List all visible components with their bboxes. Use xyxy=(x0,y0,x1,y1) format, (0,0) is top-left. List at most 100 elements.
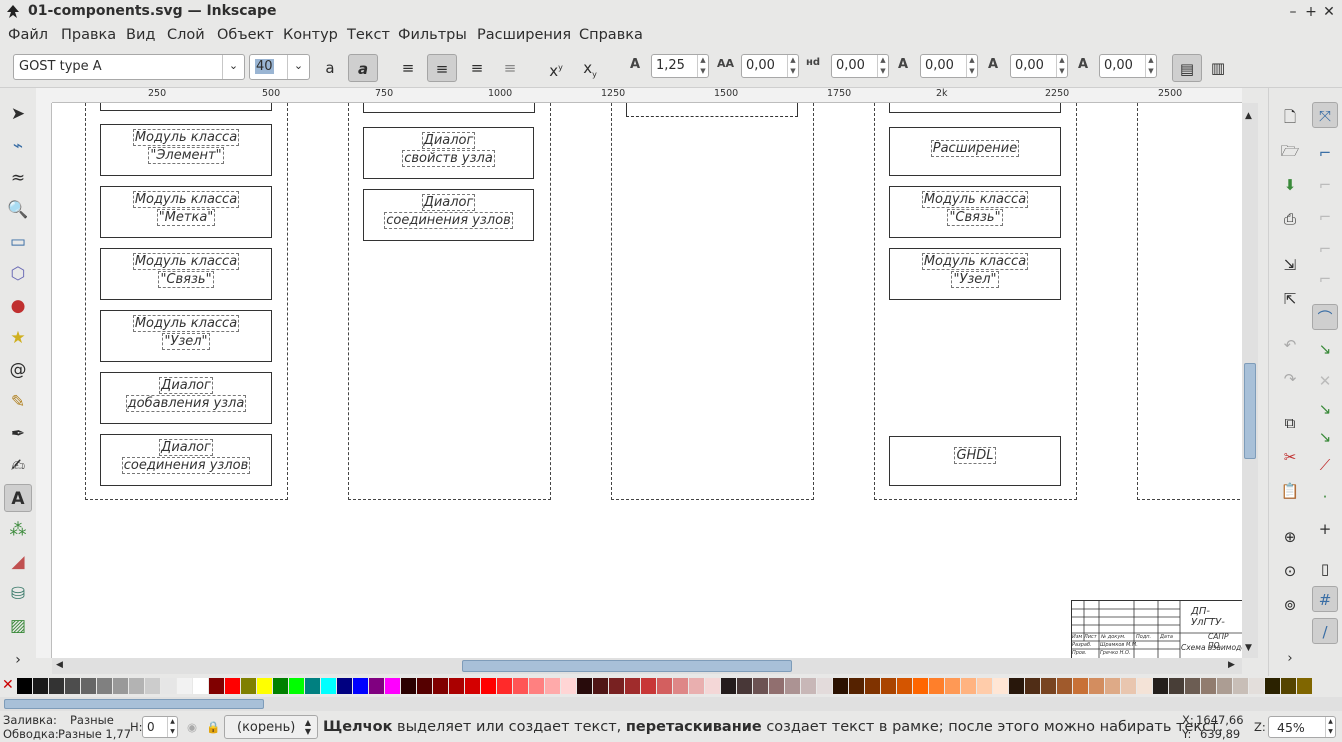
color-swatch[interactable] xyxy=(1201,678,1216,694)
color-swatch[interactable] xyxy=(1297,678,1312,694)
color-swatch[interactable] xyxy=(1121,678,1136,694)
font-style-normal-icon[interactable]: a xyxy=(315,54,345,82)
color-swatch[interactable] xyxy=(929,678,944,694)
color-swatch[interactable] xyxy=(1025,678,1040,694)
zoom-page-icon[interactable]: ⊚ xyxy=(1277,592,1303,618)
color-swatch[interactable] xyxy=(1073,678,1088,694)
color-swatch[interactable] xyxy=(81,678,96,694)
more-tools-chevron-icon[interactable]: › xyxy=(4,646,32,674)
color-swatch[interactable] xyxy=(177,678,192,694)
color-swatch[interactable] xyxy=(1057,678,1072,694)
menu-path[interactable]: Контур xyxy=(283,27,338,43)
color-swatch[interactable] xyxy=(49,678,64,694)
snap-page-border-icon[interactable]: ▯ xyxy=(1312,556,1338,582)
font-size-combo[interactable]: 40 ⌄ xyxy=(249,54,310,80)
color-swatch[interactable] xyxy=(209,678,224,694)
snap-midpoint-icon[interactable]: ⟋ xyxy=(1312,452,1338,478)
color-swatch[interactable] xyxy=(1009,678,1024,694)
color-swatch[interactable] xyxy=(545,678,560,694)
maximize-icon[interactable]: + xyxy=(1301,2,1321,22)
cut-icon[interactable]: ✂ xyxy=(1277,444,1303,470)
star-tool-icon[interactable]: ★ xyxy=(4,324,32,352)
node-tool-icon[interactable]: ⌁ xyxy=(4,132,32,160)
color-swatch[interactable] xyxy=(977,678,992,694)
component-box[interactable]: Модуль класса "Узел" xyxy=(100,310,272,362)
color-swatch[interactable] xyxy=(161,678,176,694)
menu-object[interactable]: Объект xyxy=(217,27,274,43)
drawing-title-block[interactable]: ДП-УлГТУ- САПР ПО Схема взаимодейс Изм Л… xyxy=(1071,600,1242,658)
pencil-tool-icon[interactable]: ✎ xyxy=(4,388,32,416)
minimize-icon[interactable]: – xyxy=(1283,2,1303,22)
color-swatch[interactable] xyxy=(1105,678,1120,694)
color-swatch[interactable] xyxy=(561,678,576,694)
color-palette[interactable]: ✕ xyxy=(0,676,1342,696)
lock-layer-icon[interactable]: 🔒 xyxy=(206,720,220,734)
drawing-canvas[interactable]: Модуль класса "Элемент" Модуль класса "М… xyxy=(52,103,1242,658)
color-swatch[interactable] xyxy=(241,678,256,694)
hide-layer-icon[interactable]: ◉ xyxy=(187,720,197,734)
color-swatch[interactable] xyxy=(769,678,784,694)
color-swatch[interactable] xyxy=(449,678,464,694)
component-box[interactable]: Модуль класса "Связь" xyxy=(100,248,272,300)
component-box[interactable]: Диалог свойств узла xyxy=(363,127,534,179)
vertical-text-icon[interactable]: ▥ xyxy=(1203,54,1233,82)
snap-toggle-icon[interactable]: ⤧ xyxy=(1312,102,1338,128)
color-swatch[interactable] xyxy=(33,678,48,694)
zoom-selection-icon[interactable]: ⊕ xyxy=(1277,524,1303,550)
menu-help[interactable]: Справка xyxy=(579,27,643,43)
open-folder-icon[interactable]: 🗁 xyxy=(1277,138,1303,164)
ellipse-tool-icon[interactable]: ● xyxy=(4,292,32,320)
tweak-tool-icon[interactable]: ≈ xyxy=(4,164,32,192)
scroll-up-icon[interactable]: ▲ xyxy=(1245,111,1252,121)
redo-icon[interactable]: ↷ xyxy=(1277,366,1303,392)
component-box-partial[interactable] xyxy=(889,103,1061,113)
color-swatch[interactable] xyxy=(417,678,432,694)
save-icon[interactable]: ⬇ xyxy=(1277,172,1303,198)
stepper-icon[interactable]: ▲ ▼ xyxy=(1325,717,1335,737)
paste-icon[interactable]: 📋 xyxy=(1277,478,1303,504)
align-center-icon[interactable]: ≡ xyxy=(427,54,457,82)
color-swatch[interactable] xyxy=(993,678,1008,694)
color-swatch[interactable] xyxy=(913,678,928,694)
color-swatch[interactable] xyxy=(657,678,672,694)
color-swatch[interactable] xyxy=(305,678,320,694)
horizontal-scroll-thumb[interactable] xyxy=(462,660,792,672)
component-box[interactable]: GHDL xyxy=(889,436,1061,486)
import-icon[interactable]: ⇲ xyxy=(1277,252,1303,278)
component-box[interactable]: Модуль класса "Узел" xyxy=(889,248,1061,300)
color-swatch[interactable] xyxy=(593,678,608,694)
color-swatch[interactable] xyxy=(353,678,368,694)
color-swatch[interactable] xyxy=(1217,678,1232,694)
component-box[interactable]: Диалог добавления узла xyxy=(100,372,272,424)
vertical-scroll-thumb[interactable] xyxy=(1244,363,1256,459)
chevron-down-icon[interactable]: ⌄ xyxy=(287,55,309,79)
snap-bbox-icon[interactable]: ⌐ xyxy=(1312,140,1338,166)
align-left-icon[interactable]: ≡ xyxy=(393,54,423,82)
scroll-down-icon[interactable]: ▼ xyxy=(1245,643,1252,653)
color-swatch[interactable] xyxy=(257,678,272,694)
color-swatch[interactable] xyxy=(1089,678,1104,694)
color-swatch[interactable] xyxy=(1169,678,1184,694)
vertical-ruler[interactable] xyxy=(36,103,52,658)
component-box[interactable]: Диалог соединения узлов xyxy=(363,189,534,241)
color-swatch[interactable] xyxy=(145,678,160,694)
vertical-scrollbar[interactable]: ▲ ▼ xyxy=(1242,103,1258,658)
color-swatch[interactable] xyxy=(689,678,704,694)
color-swatch[interactable] xyxy=(433,678,448,694)
snap-bbox-center-icon[interactable]: ⌐ xyxy=(1312,266,1338,292)
text-tool-icon[interactable]: A xyxy=(4,484,32,512)
stepper-icon[interactable]: ▲ ▼ xyxy=(1056,55,1067,77)
eraser-tool-icon[interactable]: ◢ xyxy=(4,548,32,576)
scroll-left-icon[interactable]: ◀ xyxy=(56,660,63,670)
zoom-tool-icon[interactable]: 🔍 xyxy=(4,196,32,224)
snap-rotation-center-icon[interactable]: + xyxy=(1312,516,1338,542)
horizontal-ruler[interactable]: 250 500 750 1000 1250 1500 1750 2k 2250 … xyxy=(52,88,1242,103)
color-swatch[interactable] xyxy=(1041,678,1056,694)
scroll-right-icon[interactable]: ▶ xyxy=(1228,660,1235,670)
color-swatch[interactable] xyxy=(705,678,720,694)
palette-scrollbar[interactable] xyxy=(0,697,1342,711)
no-paint-icon[interactable]: ✕ xyxy=(2,678,16,694)
layer-selector[interactable]: (корень) ▲ ▼ xyxy=(224,715,318,739)
color-swatch[interactable] xyxy=(273,678,288,694)
print-icon[interactable]: ⎙ xyxy=(1277,206,1303,232)
